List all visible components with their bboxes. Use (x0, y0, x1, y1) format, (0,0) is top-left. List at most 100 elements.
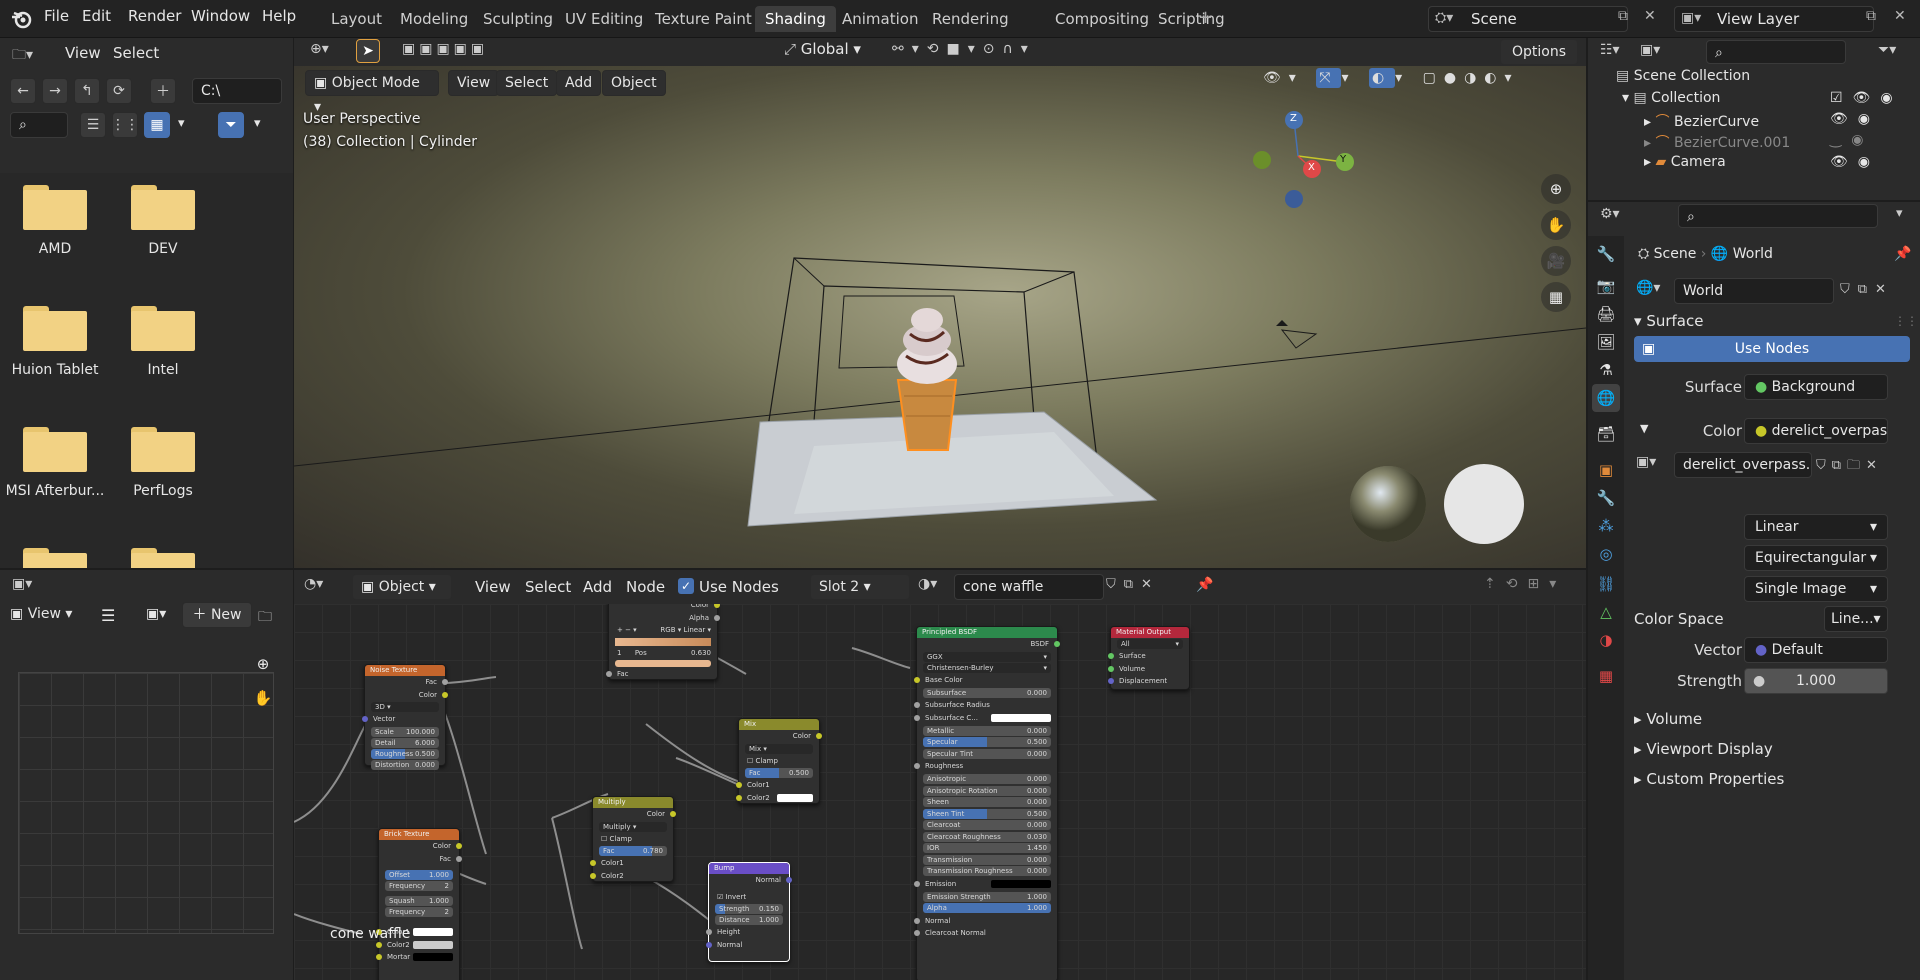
socket[interactable] (1108, 665, 1114, 672)
parent-dir-icon[interactable]: ↰ (74, 78, 100, 104)
material-output-node[interactable]: Material Output All ▾ Surface Volume Disp… (1108, 626, 1190, 690)
zoom-icon[interactable]: ⊕ (249, 650, 277, 678)
folder-item[interactable]: Intel (108, 306, 218, 378)
node-editor-type-icon[interactable]: ◔▾ (304, 576, 323, 592)
selection-mode-icons[interactable]: ▣▣▣▣▣ (402, 41, 488, 57)
mix-clamp-checkbox[interactable]: ☐ Clamp (739, 755, 819, 768)
overlay-toggle-icon[interactable]: ◐ (1368, 68, 1396, 88)
bsdf-input-row[interactable]: Subsurface C... (914, 712, 1057, 725)
color-space-dropdown[interactable]: Line...▾ (1824, 606, 1888, 632)
transform-pivot-icon[interactable]: ⊕▾ (310, 41, 329, 57)
gizmo-z-label[interactable]: Z (1290, 113, 1297, 124)
add-workspace-icon[interactable]: + (1198, 7, 1213, 28)
pan-hand-icon[interactable]: ✋ (249, 684, 277, 712)
delete-view-layer-icon[interactable]: ✕ (1894, 8, 1906, 24)
bump-strength-field[interactable]: Strength 0.150 (715, 904, 783, 914)
tab-layout[interactable]: Layout (321, 6, 392, 32)
use-nodes-checkbox[interactable]: ✓ (678, 578, 694, 594)
ne-menu-select[interactable]: Select (525, 578, 571, 596)
multiply-fac-field[interactable]: Fac 0.780 (599, 846, 667, 856)
tab-scripting[interactable]: Scripting (1148, 6, 1235, 32)
socket[interactable] (376, 941, 382, 948)
forward-icon[interactable]: → (42, 78, 68, 104)
delete-scene-icon[interactable]: ✕ (1644, 8, 1656, 24)
editor-type-icon[interactable]: 🗀▾ (12, 44, 48, 68)
image-browse-icon[interactable]: ▣▾ (1636, 454, 1656, 470)
tab-sculpting[interactable]: Sculpting (473, 6, 563, 32)
3d-viewport[interactable]: Y Z X User Perspective (38) Collection |… (294, 66, 1586, 568)
vp-menu-add[interactable]: Add (556, 70, 602, 96)
socket[interactable] (376, 954, 382, 960)
strength-field[interactable]: ● 1.000 (1744, 668, 1888, 694)
color-swatch[interactable] (991, 879, 1051, 888)
back-icon[interactable]: ← (10, 78, 36, 104)
vp-menu-select[interactable]: Select (496, 70, 558, 96)
socket[interactable] (442, 679, 448, 685)
node-tree-nav-icons[interactable]: ⇡⟲⊞▾ (1484, 576, 1566, 592)
world-tab-icon[interactable]: 🌐 (1592, 384, 1620, 412)
interpolation-dropdown[interactable]: Linear ▾ (1744, 514, 1888, 540)
brick-squash-field[interactable]: Squash 1.000 (385, 896, 453, 906)
transform-orientation-dropdown[interactable]: ⤢ Global ▾ (784, 40, 884, 64)
texture-tab-icon[interactable]: ▦ (1592, 662, 1620, 690)
image-browse-icon[interactable]: ▣▾ (146, 606, 166, 622)
brick-frequency-field[interactable]: Frequency 2 (385, 881, 453, 891)
socket[interactable] (914, 880, 920, 887)
tab-rendering[interactable]: Rendering (922, 6, 1019, 32)
ne-menu-add[interactable]: Add (583, 578, 612, 596)
slot-dropdown[interactable]: Slot 2 ▾ (810, 574, 910, 600)
path-field[interactable]: C:\ (192, 78, 282, 104)
menu-render[interactable]: Render (128, 7, 181, 25)
perspective-toggle-icon[interactable]: ▦ (1541, 282, 1571, 312)
mode-dropdown[interactable]: ▣ Object Mode ▾ (305, 70, 439, 115)
blender-logo-icon[interactable] (10, 8, 32, 30)
socket[interactable] (914, 930, 920, 936)
visibility-icons[interactable]: 👁◉ (1830, 154, 1880, 170)
filter-icon[interactable]: ⏷ (218, 112, 244, 138)
material-name-field[interactable]: cone waffle (954, 574, 1104, 600)
socket[interactable] (736, 794, 742, 801)
socket[interactable] (714, 614, 720, 621)
properties-type-icon[interactable]: ⚙▾ (1600, 206, 1620, 222)
socket[interactable] (914, 917, 920, 924)
data-tab-icon[interactable]: △ (1592, 598, 1620, 626)
noise-detail-field[interactable]: Detail 6.000 (371, 737, 439, 748)
color-swatch[interactable] (991, 713, 1051, 722)
folder-item[interactable] (0, 548, 110, 568)
options-dropdown[interactable]: Options ▾ (1500, 39, 1578, 84)
scene-collection-row[interactable]: ▤ Scene Collection (1616, 68, 1750, 84)
bsdf-input-row[interactable]: Anisotropic Rotation 0.000 (923, 785, 1051, 796)
use-nodes-button[interactable]: ▣ Use Nodes (1634, 336, 1910, 362)
constraints-tab-icon[interactable]: ⛓ (1592, 570, 1620, 598)
properties-search-input[interactable]: ⌕ (1678, 204, 1878, 228)
bsdf-input-row[interactable]: Specular 0.500 (923, 737, 1051, 747)
noise-distortion-field[interactable]: Distortion 0.000 (371, 759, 439, 770)
gizmo-x-label[interactable]: X (1308, 162, 1315, 173)
new-scene-icon[interactable]: ⧉ (1618, 8, 1628, 24)
visibility-icons[interactable]: ‿◉ (1830, 132, 1873, 148)
pin-icon[interactable]: 📌 (1196, 577, 1213, 593)
vp-menu-object[interactable]: Object (602, 70, 666, 96)
menu-edit[interactable]: Edit (82, 7, 111, 25)
bsdf-input-row[interactable]: Sheen Tint 0.500 (923, 808, 1051, 819)
custom-properties-panel-header[interactable]: ▸ Custom Properties (1634, 770, 1784, 788)
bsdf-input-row[interactable]: Subsurface 0.000 (923, 687, 1051, 698)
world-name-field[interactable]: World (1674, 278, 1834, 304)
fb-menu-view[interactable]: View (65, 44, 101, 62)
refresh-icon[interactable]: ⟳ (106, 78, 132, 104)
new-image-button[interactable]: ＋ New (182, 602, 252, 628)
image-editor-type-icon[interactable]: ▣▾ (12, 576, 32, 592)
folder-item[interactable]: MSI Afterbur... (0, 427, 110, 499)
tab-modeling[interactable]: Modeling (390, 6, 478, 32)
particles-tab-icon[interactable]: ⁂ (1592, 512, 1620, 540)
socket[interactable] (590, 872, 596, 879)
tab-animation[interactable]: Animation (832, 6, 928, 32)
pin-icon[interactable]: 📌 (1894, 246, 1911, 262)
outliner-type-icon[interactable]: ☷▾ (1600, 42, 1620, 58)
surface-shader-field[interactable]: ● Background (1744, 374, 1888, 400)
mix-node[interactable]: Mix Color Mix ▾ ☐ Clamp Fac 0.500 Color1 … (736, 718, 822, 804)
folder-item[interactable]: Huion Tablet (0, 306, 110, 378)
surface-panel-header[interactable]: ▾ Surface (1634, 312, 1703, 330)
camera-view-icon[interactable]: 🎥 (1541, 246, 1571, 276)
brick-texture-node[interactable]: Brick Texture Color Fac Offset 1.000 Freq… (376, 828, 462, 980)
